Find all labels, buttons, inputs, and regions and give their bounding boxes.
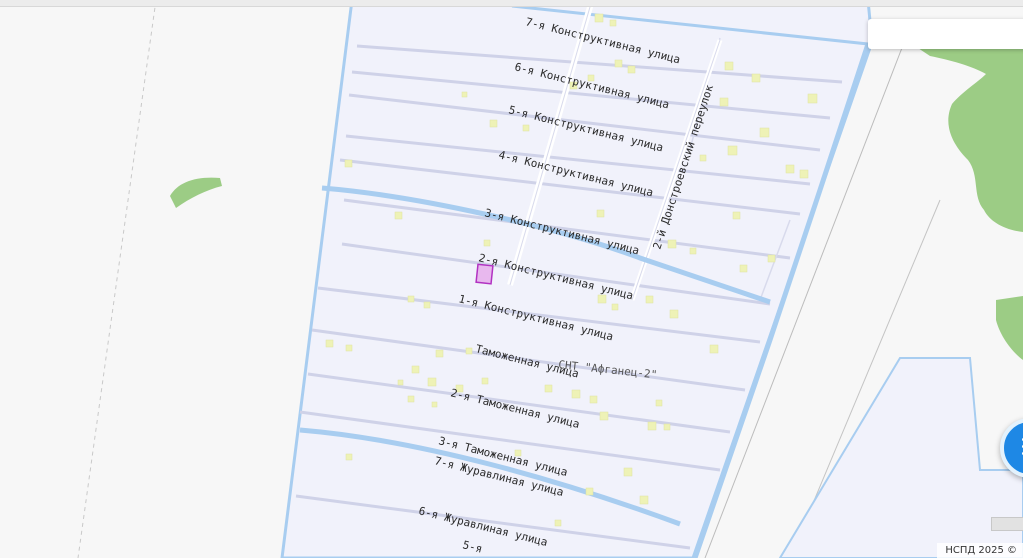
selected-parcel[interactable] <box>475 263 494 285</box>
map-attribution: НСПД 2025 © <box>937 543 1023 558</box>
search-panel[interactable] <box>868 19 1023 49</box>
browser-bookmarks-bar <box>0 0 1023 7</box>
map-canvas[interactable]: 7-я Конструктивная улица 6-я Конструктив… <box>0 0 1023 558</box>
scale-control[interactable] <box>991 517 1023 531</box>
